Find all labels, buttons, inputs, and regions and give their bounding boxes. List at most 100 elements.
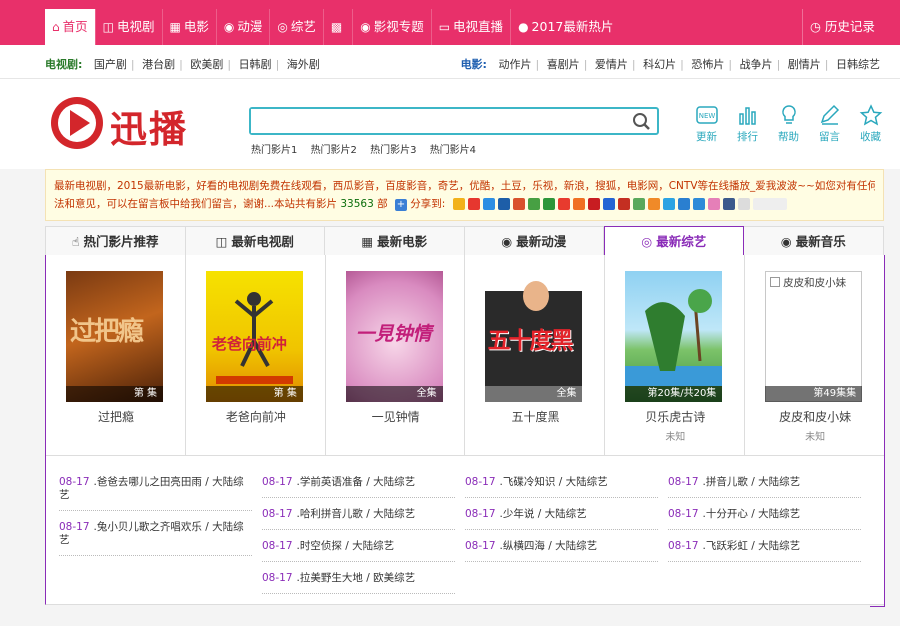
movie-category-link[interactable]: 科幻片 <box>643 58 676 71</box>
poster-image[interactable]: 皮皮和皮小妹 第49集集 <box>765 271 863 402</box>
video-title[interactable]: 老爸向前冲 <box>186 408 326 425</box>
update-title[interactable]: .时空侦探 / 大陆综艺 <box>297 540 395 552</box>
poster-image[interactable]: 过把瘾 第 集 <box>66 271 163 402</box>
share-sohu-icon[interactable] <box>617 198 630 210</box>
share-flower-icon[interactable] <box>647 198 660 210</box>
tv-category-link[interactable]: 海外剧 <box>287 58 320 71</box>
nav-item-home[interactable]: ⌂ 首页 <box>45 9 95 45</box>
share-phone-icon[interactable] <box>677 198 690 210</box>
nav-item-monitor[interactable]: ▩ <box>322 9 352 45</box>
update-title[interactable]: .飞碟冷知识 / 大陆综艺 <box>500 476 608 488</box>
list-item[interactable]: 08-17 .飞跃彩虹 / 大陆综艺 <box>668 540 861 562</box>
share-wechat-icon[interactable] <box>632 198 645 210</box>
video-title[interactable]: 贝乐虎古诗 <box>605 408 745 425</box>
tab-latest-tv[interactable]: ◫ 最新电视剧 <box>186 227 325 256</box>
nav-item-live[interactable]: ▭ 电视直播 <box>430 9 510 45</box>
update-button[interactable]: NEW 更新 <box>686 104 727 144</box>
site-logo[interactable]: 迅播 <box>50 97 215 151</box>
poster-image[interactable]: 第20集/共20集 <box>625 271 723 402</box>
list-item[interactable]: 08-17 .哈利拼音儿歌 / 大陆综艺 <box>262 508 455 530</box>
share-kaixin-icon[interactable] <box>512 198 525 210</box>
update-title[interactable]: .飞跃彩虹 / 大陆综艺 <box>703 540 801 552</box>
list-item[interactable]: 08-17 .时空侦探 / 大陆综艺 <box>262 540 455 562</box>
share-copy-icon[interactable] <box>737 198 750 210</box>
video-card[interactable]: 一見钟情 全集 一见钟情 <box>326 255 466 455</box>
share-mail-icon[interactable] <box>692 198 705 210</box>
nav-item-hot2017[interactable]: ● 2017最新热片 <box>510 9 620 45</box>
list-item[interactable]: 08-17 .兔小贝儿歌之齐唱欢乐 / 大陆综艺 <box>59 521 252 556</box>
nav-item-movie[interactable]: ▦ 电影 <box>161 9 216 45</box>
movie-category-link[interactable]: 动作片 <box>498 58 531 71</box>
update-title[interactable]: .纵横四海 / 大陆综艺 <box>500 540 598 552</box>
list-item[interactable]: 08-17 .少年说 / 大陆综艺 <box>465 508 658 530</box>
update-title[interactable]: .学前英语准备 / 大陆综艺 <box>297 476 416 488</box>
poster-image[interactable]: 一見钟情 全集 <box>345 271 443 402</box>
nav-item-topics[interactable]: ◉ 影视专题 <box>352 9 431 45</box>
movie-category-link[interactable]: 日韩综艺 <box>836 58 880 71</box>
movie-category-link[interactable]: 爱情片 <box>595 58 628 71</box>
list-item[interactable]: 08-17 .拼音儿歌 / 大陆综艺 <box>668 476 861 498</box>
list-item[interactable]: 08-17 .爸爸去哪儿之田亮田雨 / 大陆综艺 <box>59 476 252 511</box>
tab-latest-cartoon[interactable]: ◉ 最新动漫 <box>465 227 604 256</box>
movie-category-link[interactable]: 剧情片 <box>788 58 821 71</box>
video-card[interactable]: 皮皮和皮小妹 第49集集 皮皮和皮小妹 未知 <box>745 255 885 455</box>
share-netease-icon[interactable] <box>587 198 600 210</box>
nav-item-variety[interactable]: ◎ 综艺 <box>269 9 323 45</box>
list-item[interactable]: 08-17 .十分开心 / 大陆综艺 <box>668 508 861 530</box>
share-qzone-icon[interactable] <box>452 198 465 210</box>
help-button[interactable]: 帮助 <box>768 104 809 144</box>
poster-image[interactable]: 五十度黑 全集 <box>485 271 583 402</box>
tv-category-link[interactable]: 欧美剧 <box>190 58 223 71</box>
share-tieba-icon[interactable] <box>557 198 570 210</box>
list-item[interactable]: 08-17 .拉美野生大地 / 欧美综艺 <box>262 572 455 594</box>
share-renren-icon[interactable] <box>497 198 510 210</box>
movie-category-link[interactable]: 恐怖片 <box>691 58 724 71</box>
tv-category-link[interactable]: 港台剧 <box>142 58 175 71</box>
share-taobao-icon[interactable] <box>572 198 585 210</box>
tv-category-link[interactable]: 日韩剧 <box>239 58 272 71</box>
movie-category-link[interactable]: 喜剧片 <box>547 58 580 71</box>
share-more-icon[interactable] <box>752 198 787 210</box>
search-input[interactable] <box>251 109 621 133</box>
tab-latest-movie[interactable]: ▦ 最新电影 <box>325 227 465 256</box>
share-love-icon[interactable] <box>707 198 720 210</box>
video-title[interactable]: 过把瘾 <box>46 408 186 425</box>
hot-search-link[interactable]: 热门影片3 <box>370 145 416 156</box>
search-button[interactable] <box>631 111 653 131</box>
update-title[interactable]: .拼音儿歌 / 大陆综艺 <box>703 476 801 488</box>
share-weibo-icon[interactable] <box>467 198 480 210</box>
hot-search-link[interactable]: 热门影片1 <box>251 145 297 156</box>
nav-item-cartoon[interactable]: ◉ 动漫 <box>215 9 270 45</box>
nav-item-tv[interactable]: ◫ 电视剧 <box>94 9 162 45</box>
share-friend-icon[interactable] <box>527 198 540 210</box>
message-button[interactable]: 留言 <box>809 104 850 144</box>
list-item[interactable]: 08-17 .学前英语准备 / 大陆综艺 <box>262 476 455 498</box>
list-item[interactable]: 08-17 .飞碟冷知识 / 大陆综艺 <box>465 476 658 498</box>
tab-latest-music[interactable]: ◉ 最新音乐 <box>744 227 884 256</box>
share-douban-icon[interactable] <box>542 198 555 210</box>
video-card[interactable]: 老爸向前冲 第 集 老爸向前冲 <box>186 255 326 455</box>
share-baidu-icon[interactable] <box>602 198 615 210</box>
movie-category-link[interactable]: 战争片 <box>740 58 773 71</box>
video-title[interactable]: 一见钟情 <box>326 408 466 425</box>
update-title[interactable]: .少年说 / 大陆综艺 <box>500 508 587 520</box>
hot-search-link[interactable]: 热门影片2 <box>311 145 357 156</box>
video-title[interactable]: 皮皮和皮小妹 <box>745 408 885 425</box>
history-button[interactable]: ◷ 历史记录 <box>802 9 884 45</box>
rank-button[interactable]: 排行 <box>727 104 768 144</box>
tab-hot[interactable]: ☝ 热门影片推荐 <box>46 227 186 256</box>
tv-category-link[interactable]: 国产剧 <box>94 58 127 71</box>
poster-image[interactable]: 老爸向前冲 第 集 <box>205 271 303 402</box>
video-title[interactable]: 五十度黑 <box>465 408 605 425</box>
video-card[interactable]: 五十度黑 全集 五十度黑 <box>465 255 606 455</box>
share-print-icon[interactable] <box>722 198 735 210</box>
favorite-button[interactable]: 收藏 <box>850 104 891 144</box>
list-item[interactable]: 08-17 .纵横四海 / 大陆综艺 <box>465 540 658 562</box>
share-qq-icon[interactable] <box>482 198 495 210</box>
share-label[interactable]: + 分享到: <box>394 198 445 211</box>
video-card[interactable]: 第20集/共20集 贝乐虎古诗 未知 <box>605 255 746 455</box>
hot-search-link[interactable]: 热门影片4 <box>430 145 476 156</box>
update-title[interactable]: .哈利拼音儿歌 / 大陆综艺 <box>297 508 416 520</box>
tab-latest-variety[interactable]: ◎ 最新综艺 <box>604 226 744 256</box>
update-title[interactable]: .十分开心 / 大陆综艺 <box>703 508 801 520</box>
